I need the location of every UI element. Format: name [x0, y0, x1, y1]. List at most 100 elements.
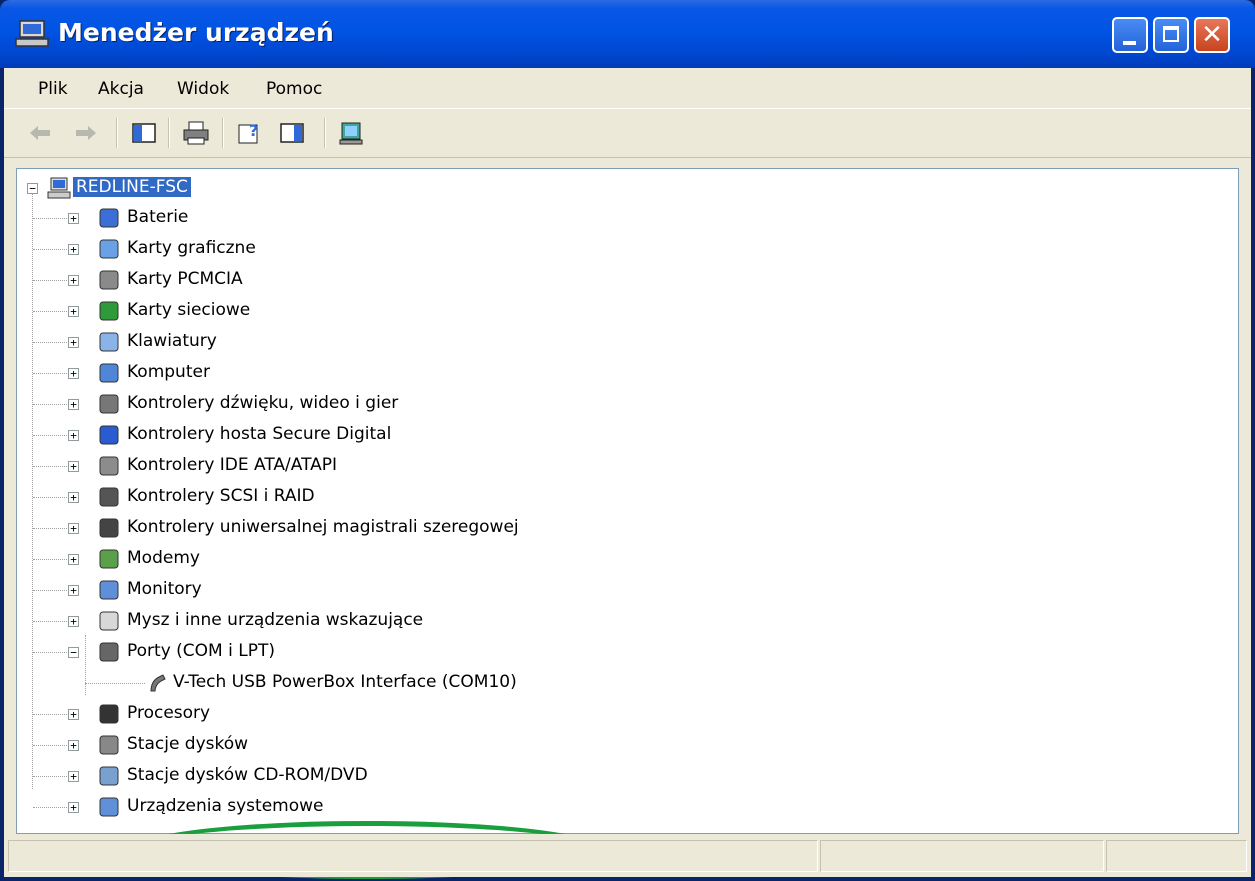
device-manager-window: Menedżer urządzeń ✕ Plik Akcja Widok Pom…: [0, 0, 1255, 881]
expand-icon[interactable]: +: [68, 430, 79, 441]
monitor-icon: [99, 580, 119, 600]
expand-icon[interactable]: +: [68, 554, 79, 565]
tree-item-label[interactable]: Kontrolery SCSI i RAID: [127, 486, 315, 506]
tree-line: [85, 683, 145, 684]
close-button[interactable]: ✕: [1194, 17, 1230, 53]
tree-item-label[interactable]: Kontrolery hosta Secure Digital: [127, 424, 391, 444]
tree-item-label[interactable]: Kontrolery IDE ATA/ATAPI: [127, 455, 337, 475]
expand-icon[interactable]: +: [68, 709, 79, 720]
tree-item-label[interactable]: Komputer: [127, 362, 210, 382]
tree-line: [33, 342, 73, 343]
tree-item-label[interactable]: Kontrolery dźwięku, wideo i gier: [127, 393, 398, 413]
expand-icon[interactable]: +: [68, 244, 79, 255]
menu-pomoc[interactable]: Pomoc: [266, 79, 322, 99]
menu-plik[interactable]: Plik: [38, 79, 68, 99]
expand-icon[interactable]: +: [68, 585, 79, 596]
tree-item[interactable]: + Karty graficzne: [17, 234, 717, 264]
tree-item-label[interactable]: Modemy: [127, 548, 200, 568]
toolbar: ?: [4, 108, 1251, 158]
toolbar-separator: [168, 118, 170, 148]
device-tree[interactable]: − REDLINE-FSC + Baterie + Karty graficzne + K…: [16, 168, 1239, 879]
properties-help-icon[interactable]: ?: [236, 120, 264, 146]
expand-icon[interactable]: +: [68, 337, 79, 348]
tree-item[interactable]: + Kontrolery SCSI i RAID: [17, 482, 717, 512]
tree-item-label[interactable]: Karty sieciowe: [127, 300, 250, 320]
tree-line: [33, 590, 73, 591]
cdrom-icon: [99, 766, 119, 786]
status-cell-2: [820, 840, 1104, 872]
tree-item-label[interactable]: Monitory: [127, 579, 202, 599]
expand-icon[interactable]: +: [68, 368, 79, 379]
tree-item-label[interactable]: Stacje dysków: [127, 734, 248, 754]
tree-item-label[interactable]: Baterie: [127, 207, 188, 227]
sd-host-icon: [99, 425, 119, 445]
tree-item[interactable]: − Porty (COM i LPT): [17, 637, 717, 667]
expand-icon[interactable]: +: [68, 461, 79, 472]
tree-item-label[interactable]: Porty (COM i LPT): [127, 641, 275, 661]
window-title: Menedżer urządzeń: [58, 18, 334, 47]
svg-text:?: ?: [249, 121, 258, 140]
maximize-button[interactable]: [1153, 17, 1189, 53]
tree-item[interactable]: + Baterie: [17, 203, 717, 233]
tree-line: [33, 373, 73, 374]
tree-line: [33, 528, 73, 529]
tree-item-label[interactable]: Urządzenia systemowe: [127, 796, 324, 816]
tree-item[interactable]: + Procesory: [17, 699, 717, 729]
tree-item-label[interactable]: Klawiatury: [127, 331, 217, 351]
expand-icon[interactable]: +: [68, 213, 79, 224]
expand-icon[interactable]: +: [68, 616, 79, 627]
menu-akcja[interactable]: Akcja: [98, 79, 144, 99]
collapse-icon[interactable]: −: [27, 183, 38, 194]
tree-child-label[interactable]: V-Tech USB PowerBox Interface (COM10): [173, 672, 517, 692]
tree-item-label[interactable]: Stacje dysków CD-ROM/DVD: [127, 765, 368, 785]
tree-line: [33, 404, 73, 405]
expand-icon[interactable]: +: [68, 523, 79, 534]
tree-line: [33, 280, 73, 281]
forward-icon[interactable]: [72, 120, 100, 146]
tree-item[interactable]: + Karty sieciowe: [17, 296, 717, 326]
print-icon[interactable]: [182, 120, 210, 146]
title-bar[interactable]: Menedżer urządzeń ✕: [0, 0, 1255, 68]
tree-item[interactable]: + Karty PCMCIA: [17, 265, 717, 295]
tree-item-label[interactable]: Procesory: [127, 703, 210, 723]
tree-item[interactable]: + Modemy: [17, 544, 717, 574]
expand-icon[interactable]: +: [68, 771, 79, 782]
show-hide-action-pane-icon[interactable]: [278, 120, 306, 146]
tree-item[interactable]: + Kontrolery IDE ATA/ATAPI: [17, 451, 717, 481]
expand-icon[interactable]: +: [68, 802, 79, 813]
tree-item[interactable]: + Monitory: [17, 575, 717, 605]
tree-item-label[interactable]: Karty graficzne: [127, 238, 256, 258]
tree-child-item[interactable]: V-Tech USB PowerBox Interface (COM10): [17, 668, 717, 698]
toolbar-separator: [324, 118, 326, 148]
tree-item[interactable]: + Stacje dysków: [17, 730, 717, 760]
expand-icon[interactable]: +: [68, 492, 79, 503]
tree-item[interactable]: + Kontrolery dźwięku, wideo i gier: [17, 389, 717, 419]
device-manager-app-icon: [15, 20, 49, 47]
scan-hardware-icon[interactable]: [338, 120, 366, 146]
expand-icon[interactable]: +: [68, 306, 79, 317]
tree-item[interactable]: + Komputer: [17, 358, 717, 388]
minimize-button[interactable]: [1112, 17, 1148, 53]
tree-item-label[interactable]: Mysz i inne urządzenia wskazujące: [127, 610, 423, 630]
tree-item-label[interactable]: Kontrolery uniwersalnej magistrali szere…: [127, 517, 519, 537]
back-icon[interactable]: [26, 120, 54, 146]
tree-item[interactable]: + Stacje dysków CD-ROM/DVD: [17, 761, 717, 791]
tree-root-label[interactable]: REDLINE-FSC: [73, 177, 191, 197]
tree-item[interactable]: + Mysz i inne urządzenia wskazujące: [17, 606, 717, 636]
tree-item[interactable]: + Kontrolery uniwersalnej magistrali szer…: [17, 513, 717, 543]
tree-item[interactable]: + Kontrolery hosta Secure Digital: [17, 420, 717, 450]
expand-icon[interactable]: +: [68, 275, 79, 286]
tree-item[interactable]: + Klawiatury: [17, 327, 717, 357]
show-hide-console-tree-icon[interactable]: [130, 120, 158, 146]
tree-line: [33, 218, 73, 219]
tree-root[interactable]: − REDLINE-FSC: [17, 173, 617, 203]
collapse-icon[interactable]: −: [68, 647, 79, 658]
menu-bar: Plik Akcja Widok Pomoc: [4, 68, 1251, 108]
toolbar-separator: [222, 118, 224, 148]
tree-item-label[interactable]: Karty PCMCIA: [127, 269, 243, 289]
expand-icon[interactable]: +: [68, 399, 79, 410]
tree-item[interactable]: + Urządzenia systemowe: [17, 792, 717, 822]
expand-icon[interactable]: +: [68, 740, 79, 751]
system-device-icon: [99, 797, 119, 817]
menu-widok[interactable]: Widok: [177, 79, 229, 99]
